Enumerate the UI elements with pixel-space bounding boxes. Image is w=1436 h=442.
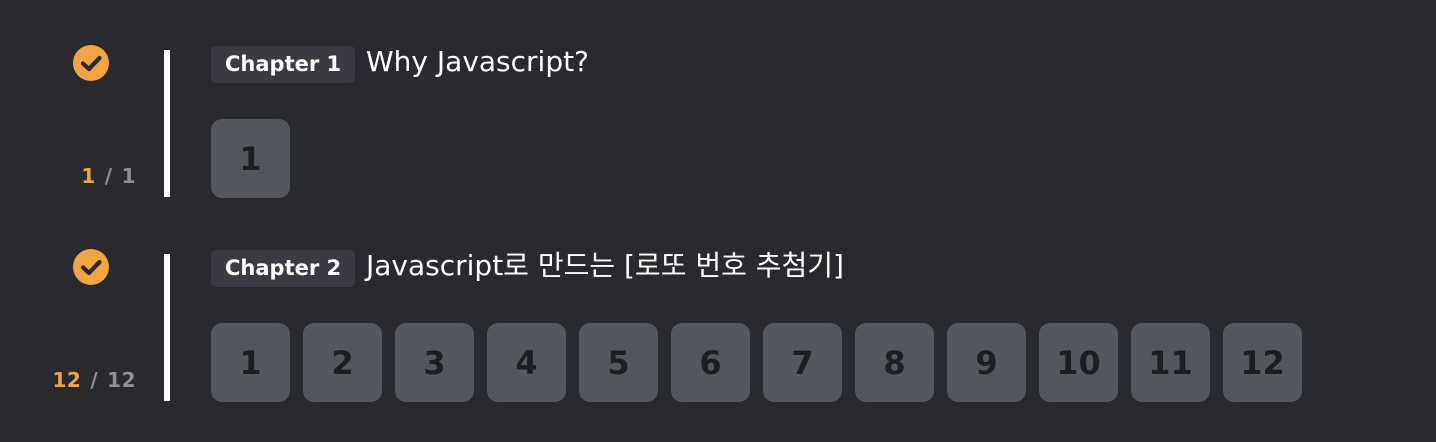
chapter-progress: 1 / 1 xyxy=(81,164,136,188)
chapter-divider xyxy=(164,254,170,401)
lesson-list: 1 xyxy=(211,119,290,198)
lesson-button[interactable]: 4 xyxy=(487,323,566,402)
total-count: 1 xyxy=(121,164,136,188)
lesson-button[interactable]: 1 xyxy=(211,323,290,402)
lesson-button[interactable]: 8 xyxy=(855,323,934,402)
lesson-button[interactable]: 11 xyxy=(1131,323,1210,402)
lesson-button[interactable]: 1 xyxy=(211,119,290,198)
chapter-title: Why Javascript? xyxy=(366,45,589,78)
completed-count: 1 xyxy=(81,164,96,188)
check-circle-icon xyxy=(73,249,109,285)
chapter-1: 1 / 1 Chapter 1 Why Javascript? 1 xyxy=(0,44,1436,214)
lesson-list: 1 2 3 4 5 6 7 8 9 10 11 12 xyxy=(211,323,1302,402)
chapter-2: 12 / 12 Chapter 2 Javascript로 만드는 [로또 번호 추… xyxy=(0,248,1436,418)
lesson-button[interactable]: 12 xyxy=(1223,323,1302,402)
chapter-divider xyxy=(164,50,170,197)
lesson-button[interactable]: 9 xyxy=(947,323,1026,402)
lesson-button[interactable]: 10 xyxy=(1039,323,1118,402)
total-count: 12 xyxy=(107,368,136,392)
chapter-title: Javascript로 만드는 [로또 번호 추첨기] xyxy=(366,249,844,282)
progress-separator: / xyxy=(104,164,113,188)
chapter-progress: 12 / 12 xyxy=(53,368,137,392)
lesson-button[interactable]: 3 xyxy=(395,323,474,402)
lesson-button[interactable]: 5 xyxy=(579,323,658,402)
lesson-button[interactable]: 7 xyxy=(763,323,842,402)
lesson-button[interactable]: 6 xyxy=(671,323,750,402)
progress-separator: / xyxy=(90,368,99,392)
check-circle-icon xyxy=(73,45,109,81)
completed-count: 12 xyxy=(52,368,82,392)
chapter-tag: Chapter 1 xyxy=(211,46,356,83)
lesson-button[interactable]: 2 xyxy=(303,323,382,402)
chapter-tag: Chapter 2 xyxy=(211,250,356,287)
